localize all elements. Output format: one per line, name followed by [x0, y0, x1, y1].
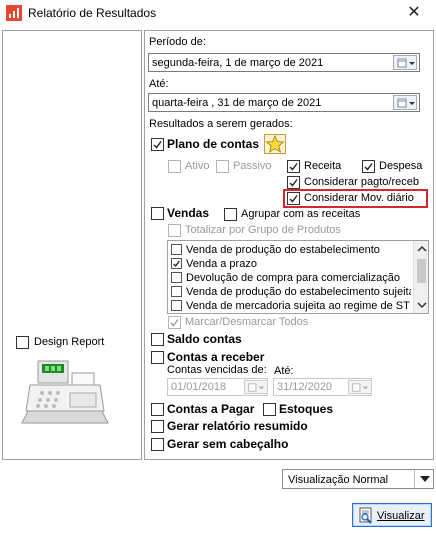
list-item-label: Venda a prazo	[186, 258, 257, 270]
vendas-checkbox[interactable]	[151, 207, 164, 220]
date-from-value: segunda-feira, 1 de março de 2021	[152, 57, 324, 69]
contas-receber-checkbox[interactable]	[151, 351, 164, 364]
saldo-contas-label: Saldo contas	[167, 332, 242, 346]
date-to-field[interactable]: quarta-feira , 31 de março de 2021	[148, 93, 420, 112]
resumido-checkbox[interactable]	[151, 420, 164, 433]
view-mode-value: Visualização Normal	[288, 474, 389, 486]
list-item-label: Venda de produção do estabelecimento	[186, 244, 380, 256]
design-report-checkbox[interactable]	[16, 336, 29, 349]
chevron-down-icon[interactable]	[420, 476, 430, 482]
periodo-label: Período de:	[149, 36, 206, 48]
vencidas-label: Contas vencidas de:	[167, 364, 267, 376]
plano-contas-checkbox[interactable]	[151, 138, 164, 151]
receita-checkbox[interactable]	[287, 160, 300, 173]
agrupar-checkbox[interactable]	[224, 208, 237, 221]
produtos-listbox[interactable]: Venda de produção do estabelecimento Ven…	[167, 240, 429, 314]
date-to-value: quarta-feira , 31 de março de 2021	[152, 97, 322, 109]
title-bar: Relatório de Resultados ✕	[0, 0, 436, 32]
plano-contas-label: Plano de contas	[167, 137, 260, 151]
totalizar-label: Totalizar por Grupo de Produtos	[185, 224, 341, 236]
list-item[interactable]: Devolução de compra para comercialização	[171, 271, 411, 285]
estoques-checkbox[interactable]	[263, 403, 276, 416]
list-item-label: Venda de mercadoria sujeita ao regime de…	[186, 300, 410, 312]
contas-pagar-label: Contas a Pagar	[167, 402, 255, 416]
list-scrollbar[interactable]	[413, 241, 428, 313]
despesa-label: Despesa	[379, 160, 423, 172]
vendas-label: Vendas	[167, 206, 210, 220]
window-title: Relatório de Resultados	[28, 6, 157, 20]
saldo-contas-checkbox[interactable]	[151, 333, 164, 346]
list-item[interactable]: Venda de produção do estabelecimento suj…	[171, 285, 411, 299]
preview-icon	[359, 507, 372, 524]
estoques-label: Estoques	[279, 402, 334, 416]
scroll-thumb[interactable]	[417, 259, 426, 283]
calendar-dropdown-icon[interactable]	[348, 380, 372, 394]
date-from-field[interactable]: segunda-feira, 1 de março de 2021	[148, 53, 420, 72]
agrupar-label: Agrupar com as receitas	[241, 208, 361, 220]
receber-to-date-field[interactable]: 31/12/2020	[273, 378, 372, 396]
receber-from-date-field[interactable]: 01/01/2018	[167, 378, 268, 396]
list-item-checkbox[interactable]	[171, 286, 182, 297]
receita-label: Receita	[304, 160, 342, 172]
list-item[interactable]: Venda a prazo	[171, 257, 411, 271]
resultados-label: Resultados a serem gerados:	[149, 118, 293, 130]
cash-register-image	[20, 355, 110, 427]
receber-to-date-value: 31/12/2020	[277, 381, 333, 393]
ativo-label: Ativo	[185, 160, 210, 172]
visualizar-button[interactable]: Visualizar	[352, 503, 432, 527]
list-item-label: Venda de produção do estabelecimento suj…	[186, 286, 411, 298]
list-item-label: Devolução de compra para comercialização	[186, 272, 400, 284]
star-icon[interactable]	[264, 134, 286, 154]
mov-diario-checkbox[interactable]	[287, 192, 300, 205]
contas-receber-label: Contas a receber	[167, 350, 265, 364]
resumido-label: Gerar relatório resumido	[167, 419, 308, 433]
receber-ate-label: Até:	[274, 365, 294, 377]
contas-pagar-checkbox[interactable]	[151, 403, 164, 416]
sem-cabecalho-checkbox[interactable]	[151, 438, 164, 451]
calendar-dropdown-icon[interactable]	[393, 95, 417, 110]
close-icon[interactable]: ✕	[402, 3, 426, 23]
ativo-checkbox[interactable]	[168, 160, 181, 173]
marcar-todos-checkbox[interactable]	[168, 316, 181, 329]
calendar-dropdown-icon[interactable]	[244, 380, 268, 394]
mov-diario-label: Considerar Mov. diário	[304, 192, 414, 204]
passivo-label: Passivo	[233, 160, 272, 172]
marcar-todos-label: Marcar/Desmarcar Todos	[185, 316, 309, 328]
list-item-checkbox[interactable]	[171, 244, 182, 255]
despesa-checkbox[interactable]	[362, 160, 375, 173]
pagto-receb-label: Considerar pagto/receb	[304, 176, 419, 188]
design-report-label: Design Report	[34, 336, 105, 348]
select-divider	[414, 470, 415, 488]
visualizar-label: Visualizar	[377, 510, 425, 522]
list-item-checkbox[interactable]	[171, 258, 182, 269]
list-item-checkbox[interactable]	[171, 272, 182, 283]
sem-cabecalho-label: Gerar sem cabeçalho	[167, 437, 289, 451]
list-item[interactable]: Venda de mercadoria sujeita ao regime de…	[171, 299, 411, 313]
calendar-dropdown-icon[interactable]	[393, 55, 417, 70]
view-mode-select[interactable]: Visualização Normal	[282, 469, 434, 489]
receber-from-date-value: 01/01/2018	[171, 381, 227, 393]
passivo-checkbox[interactable]	[216, 160, 229, 173]
ate-label: Até:	[149, 78, 169, 90]
chevron-down-icon[interactable]	[417, 301, 427, 309]
list-item[interactable]: Venda de produção do estabelecimento	[171, 243, 411, 257]
list-item-checkbox[interactable]	[171, 300, 182, 311]
totalizar-checkbox[interactable]	[168, 224, 181, 237]
chevron-up-icon[interactable]	[417, 245, 427, 253]
pagto-receb-checkbox[interactable]	[287, 176, 300, 189]
report-app-icon	[6, 5, 22, 21]
